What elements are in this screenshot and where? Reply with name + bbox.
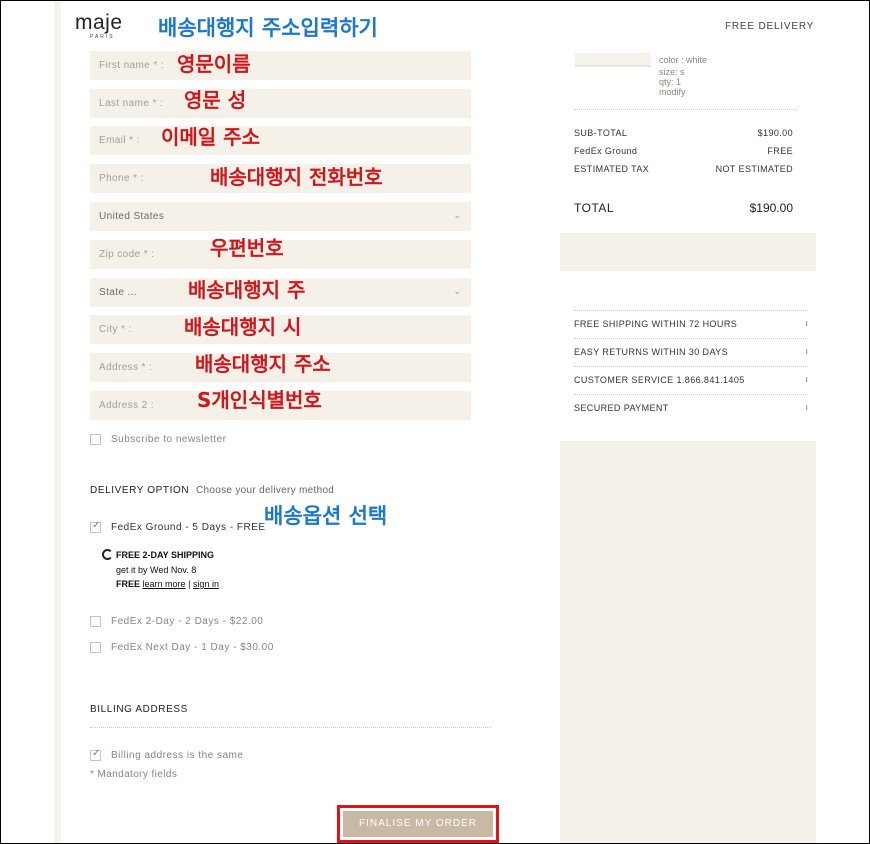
email-field[interactable]: Email * : <box>90 126 471 155</box>
chevron-right-icon: ı <box>805 374 808 384</box>
country-select[interactable]: United States ⌄ <box>90 202 471 231</box>
brand-logo-sub: PARIS <box>90 34 115 40</box>
shipping-method-value: FREE <box>767 146 793 156</box>
info-easy-returns[interactable]: EASY RETURNS WITHIN 30 DAYS ı <box>574 338 808 366</box>
product-qty: qty: 1 <box>659 77 682 87</box>
chevron-down-icon: ⌄ <box>453 210 461 220</box>
shipping-promo-links: FREE learn more | sign in <box>116 579 219 589</box>
chevron-right-icon: ı <box>805 318 808 328</box>
city-placeholder: City * : <box>99 324 132 335</box>
brand-logo[interactable]: maje <box>75 11 123 35</box>
promo-separator: | <box>188 579 191 589</box>
annotation-email: 이메일 주소 <box>161 125 260 149</box>
address-placeholder: Address * : <box>99 362 153 373</box>
shipping-method-label: FedEx Ground <box>574 146 638 156</box>
delivery-option-title: DELIVERY OPTION <box>90 485 190 496</box>
subtotal-label: SUB-TOTAL <box>574 128 628 138</box>
order-summary-card <box>560 1 816 233</box>
annotation-state: 배송대행지 주 <box>188 278 306 302</box>
estimated-tax-label: ESTIMATED TAX <box>574 164 650 174</box>
learn-more-link[interactable]: learn more <box>143 579 186 589</box>
annotation-address: 배송대행지 주소 <box>195 352 331 376</box>
newsletter-checkbox[interactable] <box>90 434 101 445</box>
right-margin <box>816 1 869 843</box>
product-size: size: s <box>659 67 685 77</box>
delivery-option-ground-label: FedEx Ground - 5 Days - FREE <box>111 522 266 533</box>
info-secured-payment[interactable]: SECURED PAYMENT ı <box>574 394 808 422</box>
annotation-phone: 배송대행지 전화번호 <box>210 165 383 189</box>
info-secured-payment-label: SECURED PAYMENT <box>574 403 669 413</box>
state-placeholder: State ... <box>99 287 138 298</box>
last-name-field[interactable]: Last name * : <box>90 89 471 118</box>
summary-divider <box>574 109 796 110</box>
total-label: TOTAL <box>574 201 615 215</box>
annotation-first-name: 영문이름 <box>177 52 251 76</box>
sign-in-link[interactable]: sign in <box>193 579 219 589</box>
annotation-address2: S개인식별번호 <box>197 388 322 412</box>
info-customer-service-label: CUSTOMER SERVICE 1.866.841.1405 <box>574 375 745 385</box>
billing-same-label: Billing address is the same <box>111 750 244 761</box>
subtotal-value: $190.00 <box>757 128 793 138</box>
zip-code-placeholder: Zip code * : <box>99 249 155 260</box>
billing-divider <box>90 727 492 728</box>
shipping-promo-free: FREE <box>116 579 141 589</box>
mandatory-fields-note: * Mandatory fields <box>90 769 178 780</box>
billing-same-checkbox[interactable] <box>90 748 101 761</box>
chevron-right-icon: ı <box>805 346 808 356</box>
country-value: United States <box>99 211 165 222</box>
shipping-promo-date: get it by Wed Nov. 8 <box>116 565 197 575</box>
checkout-page: maje PARIS FREE DELIVERY 배송대행지 주소입력하기 Fi… <box>0 0 870 844</box>
finalise-highlight: FINALISE MY ORDER <box>337 805 499 843</box>
chevron-down-icon: ⌄ <box>453 286 461 296</box>
chevron-right-icon: ı <box>805 402 808 412</box>
product-thumbnail[interactable] <box>575 53 651 67</box>
delivery-option-nextday-label: FedEx Next Day - 1 Day - $30.00 <box>111 642 274 653</box>
annotation-city: 배송대행지 시 <box>184 315 302 339</box>
left-margin <box>54 1 61 843</box>
delivery-option-2day-checkbox[interactable] <box>90 616 101 627</box>
estimated-tax-value: NOT ESTIMATED <box>715 164 793 174</box>
shipping-promo-title: FREE 2-DAY SHIPPING <box>116 550 215 560</box>
info-free-shipping-label: FREE SHIPPING WITHIN 72 HOURS <box>574 319 738 329</box>
delivery-option-subtitle: Choose your delivery method <box>196 485 335 496</box>
shipping-promo-icon <box>102 549 113 560</box>
phone-placeholder: Phone * : <box>99 173 144 184</box>
info-customer-service[interactable]: CUSTOMER SERVICE 1.866.841.1405 ı <box>574 366 808 394</box>
first-name-placeholder: First name * : <box>99 60 165 71</box>
first-name-field[interactable]: First name * : <box>90 51 471 80</box>
total-value: $190.00 <box>749 201 793 215</box>
info-free-shipping[interactable]: FREE SHIPPING WITHIN 72 HOURS ı <box>574 310 808 338</box>
last-name-placeholder: Last name * : <box>99 98 164 109</box>
annotation-last-name: 영문 성 <box>184 88 247 112</box>
product-modify-link[interactable]: modify <box>659 88 686 97</box>
annotation-title: 배송대행지 주소입력하기 <box>158 16 378 40</box>
delivery-option-2day-label: FedEx 2-Day - 2 Days - $22.00 <box>111 616 264 627</box>
delivery-option-ground-checkbox[interactable] <box>90 520 101 533</box>
address2-placeholder: Address 2 : <box>99 400 154 411</box>
newsletter-label: Subscribe to newsletter <box>111 434 227 445</box>
product-color: color : white <box>659 55 708 65</box>
billing-address-title: BILLING ADDRESS <box>90 704 188 715</box>
email-placeholder: Email * : <box>99 135 140 146</box>
finalise-order-button[interactable]: FINALISE MY ORDER <box>343 811 493 837</box>
free-delivery-banner: FREE DELIVERY <box>725 21 815 32</box>
info-easy-returns-label: EASY RETURNS WITHIN 30 DAYS <box>574 347 728 357</box>
delivery-option-nextday-checkbox[interactable] <box>90 642 101 653</box>
annotation-zip: 우편번호 <box>210 236 284 260</box>
annotation-delivery: 배송옵션 선택 <box>264 504 388 528</box>
